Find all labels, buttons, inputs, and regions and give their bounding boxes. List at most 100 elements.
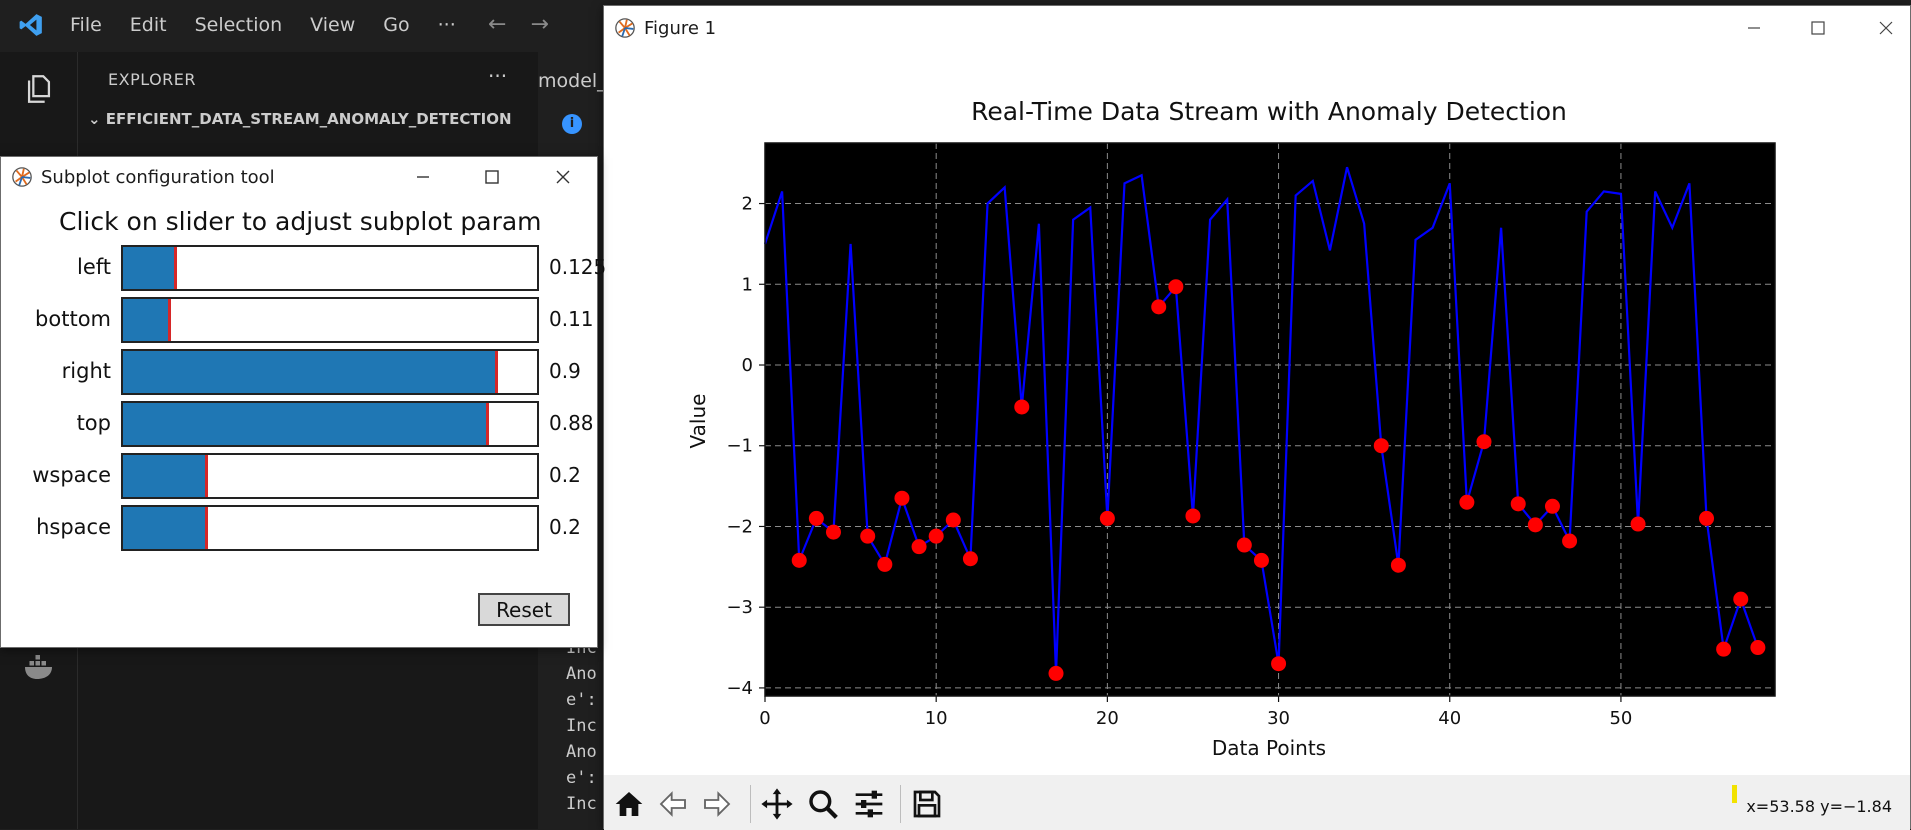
slider-label: hspace bbox=[36, 515, 111, 539]
slider-left: left 0.125 bbox=[1, 245, 606, 291]
matplotlib-logo-icon bbox=[615, 18, 635, 38]
docker-icon[interactable] bbox=[22, 652, 58, 682]
slider-track[interactable] bbox=[121, 505, 539, 551]
reset-button[interactable]: Reset bbox=[478, 593, 570, 626]
navigation-arrows: ← → bbox=[488, 12, 549, 37]
terminal-line: Inc bbox=[566, 716, 597, 736]
anomaly-point bbox=[1048, 665, 1064, 681]
menu-go[interactable]: Go bbox=[383, 14, 409, 36]
figure-titlebar: Figure 1 bbox=[604, 6, 1910, 50]
maximize-icon bbox=[485, 170, 499, 184]
configure-subplots-button[interactable] bbox=[848, 783, 890, 825]
pan-icon bbox=[761, 788, 793, 820]
slider-value: 0.88 bbox=[549, 411, 594, 435]
menu-edit[interactable]: Edit bbox=[130, 14, 167, 36]
matplotlib-logo-icon bbox=[12, 167, 32, 187]
save-button[interactable] bbox=[906, 783, 948, 825]
menu-more[interactable]: ··· bbox=[438, 14, 456, 36]
subplot-config-window: Subplot configuration tool Click on slid… bbox=[0, 156, 606, 648]
slider-track[interactable] bbox=[121, 297, 539, 343]
anomaly-point bbox=[1390, 557, 1406, 573]
zoom-button[interactable] bbox=[802, 783, 844, 825]
menu-file[interactable]: File bbox=[70, 14, 102, 36]
y-tick-label: −3 bbox=[726, 597, 753, 618]
anomaly-point bbox=[894, 490, 910, 506]
subplot-maximize-button[interactable] bbox=[468, 157, 516, 197]
info-icon: i bbox=[562, 114, 582, 134]
figure-window: Figure 1 Real-Time Data Stream with Anom… bbox=[603, 5, 1911, 830]
anomaly-point bbox=[1750, 640, 1766, 656]
slider-handle[interactable] bbox=[204, 507, 208, 549]
zoom-icon bbox=[809, 790, 838, 819]
anomaly-point bbox=[928, 528, 944, 544]
home-button[interactable] bbox=[608, 783, 650, 825]
slider-handle[interactable] bbox=[494, 351, 498, 393]
x-tick-label: 30 bbox=[1267, 708, 1290, 729]
slider-handle[interactable] bbox=[486, 403, 490, 445]
subplot-minimize-button[interactable] bbox=[399, 157, 447, 197]
toolbar-separator bbox=[750, 785, 751, 823]
slider-label: wspace bbox=[32, 463, 111, 487]
project-name: EFFICIENT_DATA_STREAM_ANOMALY_DETECTION bbox=[105, 110, 512, 128]
x-tick-label: 40 bbox=[1438, 708, 1461, 729]
nav-forward-icon[interactable]: → bbox=[530, 12, 548, 37]
figure-canvas[interactable]: Real-Time Data Stream with Anomaly Detec… bbox=[604, 51, 1910, 775]
slider-label: left bbox=[76, 255, 111, 279]
anomaly-point bbox=[1168, 279, 1184, 295]
figure-minimize-button[interactable] bbox=[1730, 6, 1778, 50]
figure-maximize-button[interactable] bbox=[1794, 6, 1842, 50]
chart-title: Real-Time Data Stream with Anomaly Detec… bbox=[971, 97, 1567, 126]
slider-track[interactable] bbox=[121, 453, 539, 499]
subplot-close-button[interactable] bbox=[539, 157, 587, 197]
terminal-line: Inc bbox=[566, 794, 597, 814]
y-tick-label: 0 bbox=[742, 355, 753, 376]
nav-back-icon[interactable]: ← bbox=[488, 12, 506, 37]
minimize-icon bbox=[1748, 27, 1760, 29]
anomaly-chart: Real-Time Data Stream with Anomaly Detec… bbox=[686, 97, 1776, 760]
anomaly-point bbox=[1459, 494, 1475, 510]
forward-button[interactable] bbox=[696, 783, 738, 825]
anomaly-point bbox=[791, 552, 807, 568]
slider-track[interactable] bbox=[121, 401, 539, 447]
anomaly-point bbox=[1699, 510, 1715, 526]
configure-subplots-icon bbox=[855, 790, 883, 818]
menu-bar: File Edit Selection View Go ··· bbox=[70, 14, 456, 36]
slider-wspace: wspace 0.2 bbox=[1, 453, 599, 499]
back-button[interactable] bbox=[652, 783, 694, 825]
y-tick-label: −2 bbox=[726, 516, 753, 537]
slider-value: 0.2 bbox=[549, 463, 581, 487]
slider-handle[interactable] bbox=[204, 455, 208, 497]
slider-handle[interactable] bbox=[173, 247, 177, 289]
x-axis-label: Data Points bbox=[1212, 736, 1326, 760]
terminal-line: Ano bbox=[566, 742, 597, 762]
project-folder[interactable]: ⌄ EFFICIENT_DATA_STREAM_ANOMALY_DETECTIO… bbox=[88, 110, 512, 128]
y-tick-label: 1 bbox=[742, 274, 753, 295]
forward-icon bbox=[704, 791, 731, 817]
figure-close-button[interactable] bbox=[1862, 6, 1910, 50]
explorer-more-icon[interactable]: ··· bbox=[488, 64, 507, 88]
anomaly-point bbox=[860, 528, 876, 544]
slider-track[interactable] bbox=[121, 245, 539, 291]
anomaly-point bbox=[808, 510, 824, 526]
anomaly-point bbox=[945, 512, 961, 528]
slider-label: right bbox=[61, 359, 111, 383]
pan-button[interactable] bbox=[756, 783, 798, 825]
x-tick-label: 0 bbox=[759, 708, 770, 729]
terminal-line: e': bbox=[566, 690, 597, 710]
explorer-files-icon[interactable] bbox=[22, 70, 56, 108]
menu-selection[interactable]: Selection bbox=[195, 14, 283, 36]
slider-top: top 0.88 bbox=[1, 401, 599, 447]
explorer-title: EXPLORER bbox=[108, 70, 196, 89]
y-axis-label: Value bbox=[686, 394, 710, 449]
slider-bottom: bottom 0.11 bbox=[1, 297, 599, 343]
anomaly-point bbox=[825, 524, 841, 540]
slider-value: 0.2 bbox=[549, 515, 581, 539]
anomaly-point bbox=[1271, 656, 1287, 672]
home-icon bbox=[615, 792, 643, 816]
y-tick-label: 2 bbox=[742, 194, 753, 215]
minimize-icon bbox=[417, 176, 429, 178]
slider-track[interactable] bbox=[121, 349, 539, 395]
menu-view[interactable]: View bbox=[310, 14, 355, 36]
slider-handle[interactable] bbox=[167, 299, 171, 341]
figure-toolbar: x=53.58 y=−1.84 bbox=[604, 775, 1910, 830]
